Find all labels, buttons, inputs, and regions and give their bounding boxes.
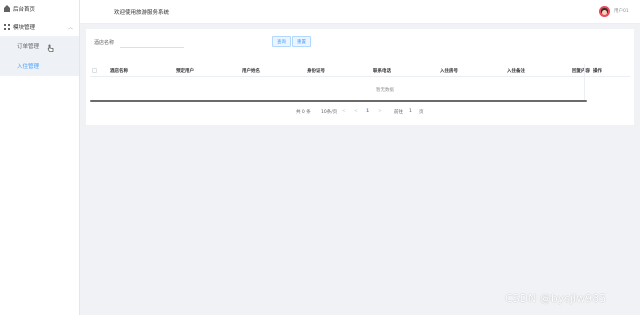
empty-table-text: 暂无数据 xyxy=(376,88,394,93)
submenu: 订单管理 入住管理 xyxy=(0,36,79,76)
top-bar: 欢迎使用旅游服务系统 用户01 xyxy=(80,0,640,24)
home-icon xyxy=(4,5,10,12)
search-button[interactable]: 查询 xyxy=(272,36,291,47)
sidebar-item-label: 入住管理 xyxy=(17,64,40,70)
column-header[interactable]: 联系电话 xyxy=(373,68,391,74)
sidebar-item-orders[interactable]: 订单管理 xyxy=(0,36,79,56)
pagination: 共 0 条 10条/页 < < 1 > 前往 1 页 xyxy=(86,109,634,119)
column-header[interactable]: 入住备注 xyxy=(507,68,525,74)
avatar[interactable] xyxy=(599,6,610,17)
sidebar-menu-label: 模块管理 xyxy=(13,25,36,31)
reset-button[interactable]: 重置 xyxy=(292,36,311,47)
sidebar-item-home[interactable]: 后台首页 xyxy=(0,0,79,18)
watermark: CSDN @bysjlw985 xyxy=(505,292,607,305)
column-header[interactable]: 用户姓名 xyxy=(242,68,260,74)
grid-icon xyxy=(4,24,10,30)
sidebar-item-label: 订单管理 xyxy=(17,44,40,50)
page-suffix: 页 xyxy=(419,110,424,115)
sidebar-menu-module[interactable]: 模块管理 ︿ xyxy=(0,18,79,36)
column-header[interactable]: 预定用户 xyxy=(176,68,194,74)
page-number[interactable]: 1 xyxy=(366,109,369,114)
total-count: 共 0 条 xyxy=(296,110,311,115)
goto-page-input[interactable]: 1 xyxy=(409,109,412,114)
next-page-button[interactable]: > xyxy=(378,109,382,114)
horizontal-scrollbar[interactable] xyxy=(90,100,587,102)
chevron-up-icon: ︿ xyxy=(67,24,73,31)
prev-page-button-alt[interactable]: < xyxy=(354,109,358,114)
column-header[interactable]: 身份证号 xyxy=(307,68,325,74)
column-header[interactable]: 入住房号 xyxy=(440,68,458,74)
hotel-name-input[interactable] xyxy=(120,36,184,48)
welcome-title: 欢迎使用旅游服务系统 xyxy=(114,10,170,16)
goto-label: 前往 xyxy=(394,110,403,115)
username[interactable]: 用户01 xyxy=(614,8,629,14)
sidebar-item-checkin[interactable]: 入住管理 xyxy=(0,56,79,76)
sidebar: 后台首页 模块管理 ︿ 订单管理 入住管理 xyxy=(0,0,80,315)
page-size-select[interactable]: 10条/页 xyxy=(321,109,337,115)
main-card: 酒店名称 查询 重置 酒店名称 预定用户 用户姓名 身份证号 联系电话 入住房号… xyxy=(86,29,634,125)
hotel-name-label: 酒店名称 xyxy=(94,40,115,46)
column-header[interactable]: 酒店名称 xyxy=(110,68,128,74)
sidebar-item-label: 后台首页 xyxy=(13,7,36,13)
fixed-column-divider xyxy=(584,64,630,102)
table-header: 酒店名称 预定用户 用户姓名 身份证号 联系电话 入住房号 入住备注 回复内容 … xyxy=(90,64,630,77)
select-all-checkbox[interactable] xyxy=(92,68,97,73)
pointer-cursor-icon xyxy=(47,44,54,52)
prev-page-button[interactable]: < xyxy=(342,109,346,114)
